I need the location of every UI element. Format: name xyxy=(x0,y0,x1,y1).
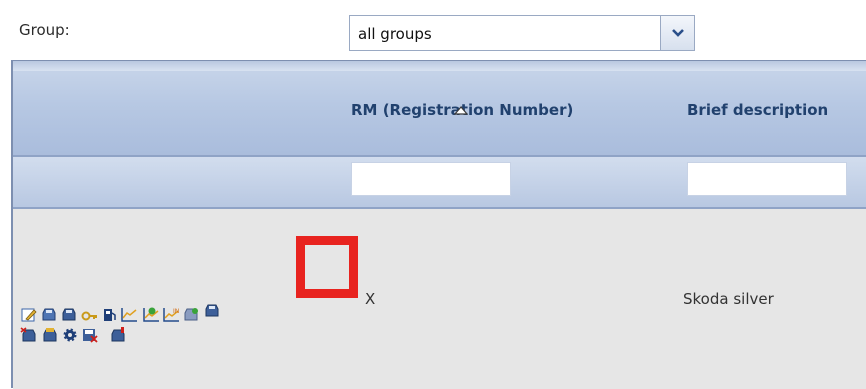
chart-in-icon[interactable]: IN xyxy=(162,307,180,323)
edit-icon[interactable] xyxy=(20,307,38,323)
group-select-button[interactable] xyxy=(660,16,694,50)
group-select-value: all groups xyxy=(358,25,432,43)
chart-icon[interactable] xyxy=(120,307,138,323)
chevron-down-icon xyxy=(672,29,684,37)
highlight-box xyxy=(296,236,358,298)
sort-ascending-icon[interactable] xyxy=(454,106,468,115)
header-top-band xyxy=(13,61,866,71)
car-icon[interactable] xyxy=(60,307,78,323)
group-label: Group: xyxy=(19,21,70,39)
car-delete-icon[interactable] xyxy=(20,327,38,343)
car-icon[interactable] xyxy=(40,307,58,323)
fuel-icon[interactable] xyxy=(101,307,119,323)
car-alert-icon[interactable] xyxy=(109,327,127,343)
group-select[interactable]: all groups xyxy=(349,15,695,51)
table-header: RM (Registration Number) Brief descripti… xyxy=(13,61,866,157)
column-header-description[interactable]: Brief description xyxy=(687,101,828,119)
car-icon[interactable] xyxy=(182,307,200,323)
vehicles-table: RM (Registration Number) Brief descripti… xyxy=(11,60,866,389)
car-icon[interactable] xyxy=(203,303,221,319)
filter-input-description[interactable] xyxy=(687,162,847,196)
save-delete-icon[interactable] xyxy=(81,327,99,343)
svg-text:IN: IN xyxy=(173,308,179,315)
key-icon[interactable] xyxy=(81,307,99,323)
car-folder-icon[interactable] xyxy=(41,327,59,343)
gear-icon[interactable] xyxy=(61,327,79,343)
chart-check-icon[interactable] xyxy=(142,307,160,323)
filter-input-rm[interactable] xyxy=(351,162,511,196)
cell-description: Skoda silver xyxy=(683,290,774,308)
cell-rm: X xyxy=(365,290,376,308)
